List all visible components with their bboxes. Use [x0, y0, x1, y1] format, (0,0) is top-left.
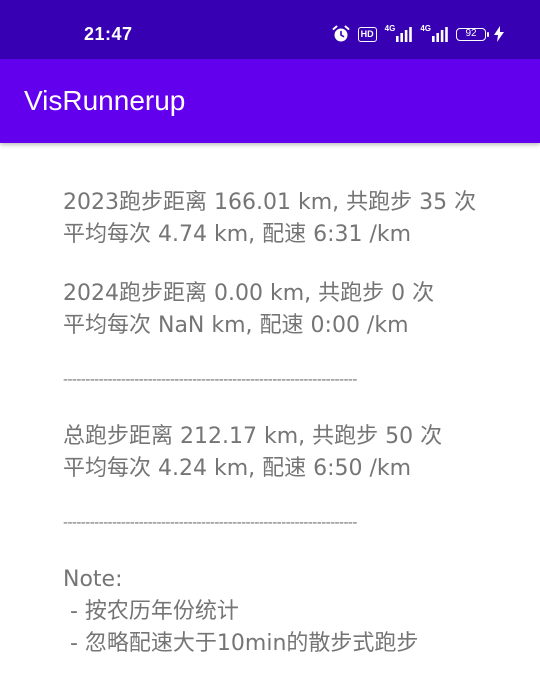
charging-bolt-icon — [494, 24, 504, 44]
stats-total-average: 平均每次 4.24 km, 配速 6:50 /km — [63, 456, 412, 481]
hd-icon: HD — [357, 24, 377, 44]
stats-content: 2023跑步距离 166.01 km, 共跑步 35 次 平均每次 4.74 k… — [63, 187, 523, 660]
note-item: - 按农历年份统计 — [63, 599, 239, 624]
stats-total: 总跑步距离 212.17 km, 共跑步 50 次 平均每次 4.24 km, … — [63, 421, 523, 485]
note-title: Note: — [63, 567, 123, 592]
divider: ----------------------------------------… — [63, 372, 357, 388]
app-bar: VisRunnerup — [0, 59, 540, 143]
network-label: 4G — [384, 24, 396, 33]
note-item: - 忽略配速大于10min的散步式跑步 — [63, 631, 419, 656]
battery-icon: 92 — [456, 24, 489, 44]
divider: ----------------------------------------… — [63, 515, 357, 531]
alarm-icon — [332, 24, 350, 44]
note-section: Note: - 按农历年份统计 - 忽略配速大于10min的散步式跑步 — [63, 564, 523, 660]
stats-total-summary: 总跑步距离 212.17 km, 共跑步 50 次 — [63, 424, 443, 449]
stats-2023: 2023跑步距离 166.01 km, 共跑步 35 次 平均每次 4.74 k… — [63, 187, 523, 251]
signal-4g-icon: 4G — [385, 24, 413, 44]
stats-2024-average: 平均每次 NaN km, 配速 0:00 /km — [63, 313, 409, 338]
status-icons: HD 4G 4G 92 — [332, 24, 504, 44]
status-bar: 21:47 HD 4G 4G 92 — [0, 0, 540, 59]
stats-2023-average: 平均每次 4.74 km, 配速 6:31 /km — [63, 222, 412, 247]
signal-4g-icon: 4G — [420, 24, 448, 44]
status-time: 21:47 — [84, 24, 133, 44]
network-label: 4G — [420, 24, 431, 33]
hd-label: HD — [357, 26, 377, 42]
app-title: VisRunnerup — [24, 85, 186, 116]
stats-2023-summary: 2023跑步距离 166.01 km, 共跑步 35 次 — [63, 190, 477, 215]
stats-2024-summary: 2024跑步距离 0.00 km, 共跑步 0 次 — [63, 281, 435, 306]
battery-level: 92 — [456, 27, 489, 41]
stats-2024: 2024跑步距离 0.00 km, 共跑步 0 次 平均每次 NaN km, 配… — [63, 278, 523, 342]
